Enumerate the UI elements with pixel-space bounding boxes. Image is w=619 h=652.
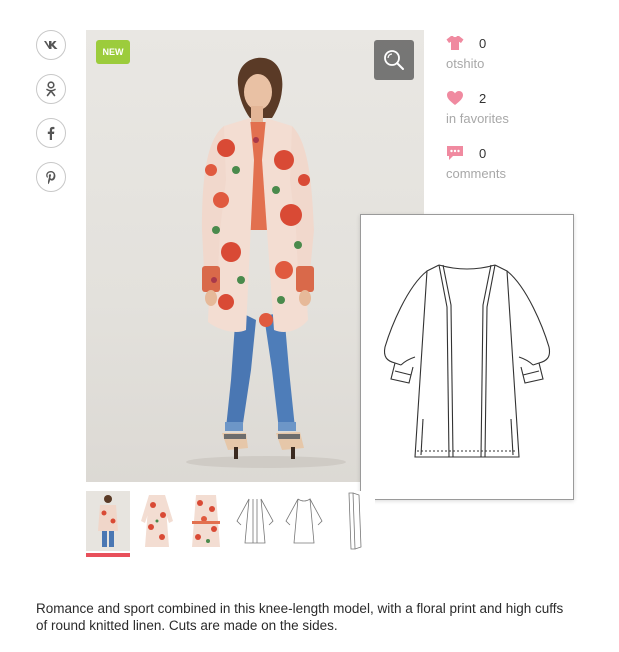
stat-count: 2	[479, 90, 487, 106]
stat-comments[interactable]: 0 comments	[446, 144, 606, 182]
new-badge: NEW	[96, 40, 130, 64]
facebook-icon	[47, 126, 55, 140]
thumbnail-strip	[86, 491, 380, 561]
thumbnail-4[interactable]	[233, 491, 277, 551]
thumbnail-2[interactable]	[135, 491, 179, 551]
thumbnail-6[interactable]	[331, 491, 375, 551]
pinterest-share-button[interactable]	[36, 162, 66, 192]
vk-icon	[44, 41, 58, 49]
stat-otshito[interactable]: 0 otshito	[446, 34, 606, 72]
heart-icon	[446, 89, 466, 107]
odnoklassniki-icon	[46, 81, 56, 97]
facebook-share-button[interactable]	[36, 118, 66, 148]
thumbnail-5[interactable]	[282, 491, 326, 551]
cardigan-sketch-illustration	[383, 264, 551, 458]
product-stats: 0 otshito 2 in favorites 0 comments	[446, 34, 606, 199]
stat-count: 0	[479, 145, 487, 161]
thumbnail-3[interactable]	[184, 491, 228, 551]
thumbnail-1[interactable]	[86, 491, 130, 557]
comment-icon	[446, 144, 466, 162]
pinterest-icon	[46, 170, 56, 184]
tshirt-icon	[446, 34, 466, 52]
magnifier-icon	[384, 50, 404, 70]
product-description: Romance and sport combined in this knee-…	[36, 601, 564, 633]
stat-count: 0	[479, 35, 487, 51]
stat-label: comments	[446, 166, 506, 181]
technical-sketch-popup	[360, 214, 574, 500]
stat-label: otshito	[446, 56, 485, 71]
stat-favorites[interactable]: 2 in favorites	[446, 89, 606, 127]
zoom-button[interactable]	[374, 40, 414, 80]
social-share-column	[36, 30, 66, 206]
stat-label: in favorites	[446, 111, 509, 126]
odnoklassniki-share-button[interactable]	[36, 74, 66, 104]
vk-share-button[interactable]	[36, 30, 66, 60]
